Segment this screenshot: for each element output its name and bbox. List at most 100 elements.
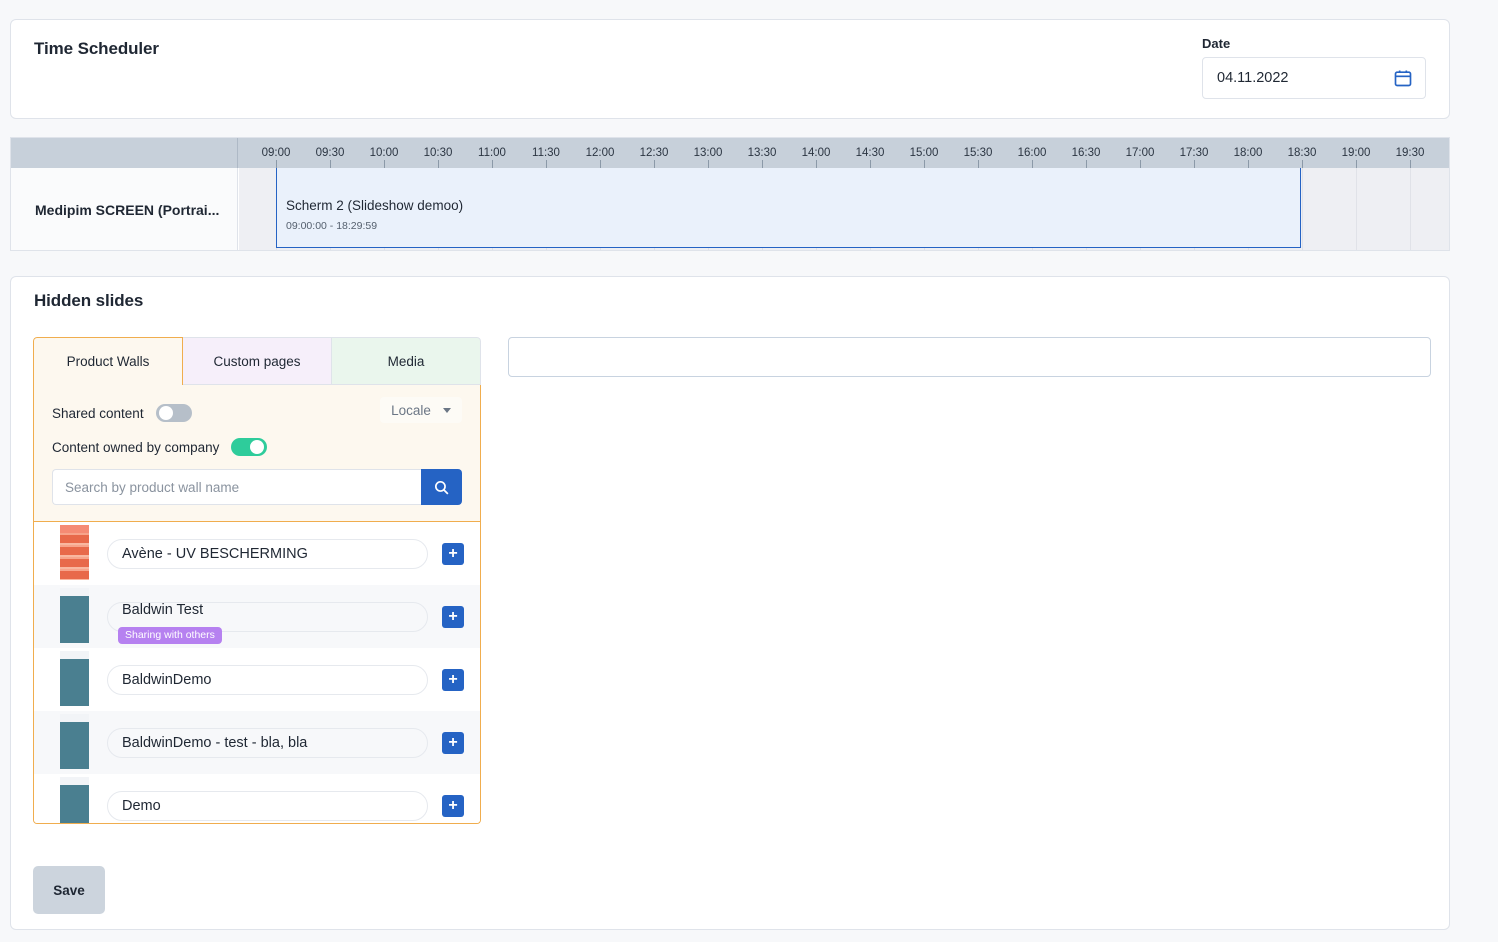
timeline-tick-label: 19:30 [1395, 147, 1425, 159]
date-label: Date [1202, 36, 1231, 51]
toggle-knob [250, 440, 265, 454]
timeline-tick-mark [1194, 160, 1195, 168]
timeline-tick-label: 13:00 [693, 147, 723, 159]
chevron-down-icon [442, 407, 451, 413]
timeline-tick-mark [384, 160, 385, 168]
tab-media[interactable]: Media [332, 337, 481, 385]
selected-slides-drop-zone[interactable] [508, 337, 1431, 377]
shared-content-toggle[interactable] [155, 404, 192, 422]
timeline-tick-mark [1248, 160, 1249, 168]
owned-by-company-row: Content owned by company [52, 433, 462, 461]
content-picker: Product Walls Custom pages Media Shared … [33, 337, 481, 824]
timeline-tick-mark [492, 160, 493, 168]
owned-by-company-toggle[interactable] [231, 438, 268, 456]
screen-name-label: Medipim SCREEN (Portrai... [35, 201, 220, 218]
timeline-tick-mark [654, 160, 655, 168]
timeline-tick-mark [1140, 160, 1141, 168]
list-item[interactable]: BaldwinDemo + [34, 648, 480, 711]
status-badge: Sharing with others [118, 626, 222, 644]
schedule-event-block[interactable]: Scherm 2 (Slideshow demoo) 09:00:00 - 18… [276, 168, 1301, 248]
event-time-range: 09:00:00 - 18:29:59 [286, 220, 378, 232]
product-wall-list[interactable]: Avène - UV BESCHERMING + Baldwin Test Shari… [33, 522, 481, 824]
timeline-tick-label: 12:30 [639, 147, 669, 159]
product-wall-name-field[interactable]: BaldwinDemo - test - bla, bla [107, 727, 428, 758]
list-item[interactable]: Baldwin Test Sharing with others + [34, 585, 480, 648]
timeline-tick-mark [600, 160, 601, 168]
timeline: 09:00 09:30 10:00 10:30 11:00 11:30 12:00 12:30… [10, 137, 1450, 251]
product-wall-name: Baldwin Test [122, 601, 204, 618]
tab-custom-pages[interactable]: Custom pages [183, 337, 332, 385]
timeline-tick-label: 17:30 [1179, 147, 1209, 159]
search-row [52, 469, 462, 505]
product-wall-name: Avène - UV BESCHERMING [122, 545, 308, 562]
app-root: Time Scheduler Date 04.11.2022 09:00 09:3… [0, 0, 1498, 942]
timeline-tick-label: 12:00 [585, 147, 615, 159]
product-wall-name-field[interactable]: BaldwinDemo [107, 664, 428, 695]
page-title: Time Scheduler [34, 39, 159, 58]
tab-label: Media [387, 353, 425, 369]
list-item[interactable]: Avène - UV BESCHERMING + [34, 522, 480, 585]
locale-label: Locale [391, 402, 431, 418]
product-wall-name: BaldwinDemo - test - bla, bla [122, 734, 308, 751]
search-button[interactable] [421, 469, 462, 505]
hidden-slides-title: Hidden slides [34, 291, 144, 310]
list-item[interactable]: Demo + [34, 774, 480, 823]
timeline-tick-label: 11:00 [478, 147, 506, 159]
tab-product-walls[interactable]: Product Walls [33, 337, 183, 385]
product-wall-thumbnail [58, 525, 91, 582]
timeline-tick-label: 09:00 [261, 147, 291, 159]
timeline-tick-label: 15:30 [963, 147, 993, 159]
timeline-tick-label: 16:30 [1071, 147, 1101, 159]
list-item[interactable]: BaldwinDemo - test - bla, bla + [34, 711, 480, 774]
timeline-tick-mark [1302, 160, 1303, 168]
hidden-slides-card: Hidden slides Product Walls Custom pages… [10, 276, 1450, 930]
timeline-tick-label: 14:00 [801, 147, 831, 159]
timeline-tick-mark [924, 160, 925, 168]
filter-panel: Shared content Content owned by company … [33, 385, 481, 522]
product-wall-name: Demo [122, 797, 161, 814]
timeline-tick-mark [1086, 160, 1087, 168]
timeline-gridline [1410, 168, 1411, 250]
timeline-gridline [1302, 168, 1303, 250]
add-slide-button[interactable]: + [442, 731, 464, 754]
shared-content-label: Shared content [52, 405, 144, 421]
locale-dropdown[interactable]: Locale [380, 397, 462, 423]
timeline-tick-mark [708, 160, 709, 168]
product-wall-name-field[interactable]: Baldwin Test Sharing with others [107, 601, 428, 644]
timeline-tick-mark [762, 160, 763, 168]
calendar-icon[interactable] [1393, 68, 1413, 88]
timeline-tick-label: 16:00 [1017, 147, 1047, 159]
timeline-tick-mark [438, 160, 439, 168]
timeline-tick-mark [1410, 160, 1411, 168]
add-slide-button[interactable]: + [442, 668, 464, 691]
add-slide-button[interactable]: + [442, 794, 464, 817]
timeline-row-label-cell[interactable]: Medipim SCREEN (Portrai... [11, 168, 238, 250]
timeline-tick-label: 17:00 [1125, 147, 1155, 159]
timeline-tick-mark [870, 160, 871, 168]
timeline-header-corner [11, 138, 238, 168]
timeline-gridline [1356, 168, 1357, 250]
timeline-lane[interactable]: Scherm 2 (Slideshow demoo) 09:00:00 - 18… [239, 168, 1449, 250]
add-slide-button[interactable]: + [442, 605, 464, 628]
tab-label: Custom pages [213, 353, 301, 369]
timeline-tick-label: 09:30 [315, 147, 345, 159]
save-button[interactable]: Save [33, 866, 105, 914]
timeline-tick-mark [1032, 160, 1033, 168]
tab-bar: Product Walls Custom pages Media [33, 337, 481, 385]
timeline-tick-mark [1356, 160, 1357, 168]
timeline-tick-label: 10:00 [369, 147, 399, 159]
timeline-tick-label: 13:30 [747, 147, 777, 159]
timeline-tick-mark [978, 160, 979, 168]
product-wall-thumbnail [58, 714, 91, 771]
timeline-tick-label: 19:00 [1341, 147, 1371, 159]
date-value: 04.11.2022 [1217, 70, 1289, 86]
product-wall-name-field[interactable]: Avène - UV BESCHERMING [107, 538, 428, 569]
search-input[interactable] [52, 469, 421, 505]
product-wall-thumbnail [58, 777, 91, 823]
product-wall-name-field[interactable]: Demo [107, 790, 428, 821]
event-title: Scherm 2 (Slideshow demoo) [286, 198, 464, 213]
add-slide-button[interactable]: + [442, 542, 464, 565]
time-scheduler-card: Time Scheduler Date 04.11.2022 [10, 19, 1450, 119]
toggle-knob [158, 406, 173, 420]
date-input[interactable]: 04.11.2022 [1202, 57, 1426, 99]
